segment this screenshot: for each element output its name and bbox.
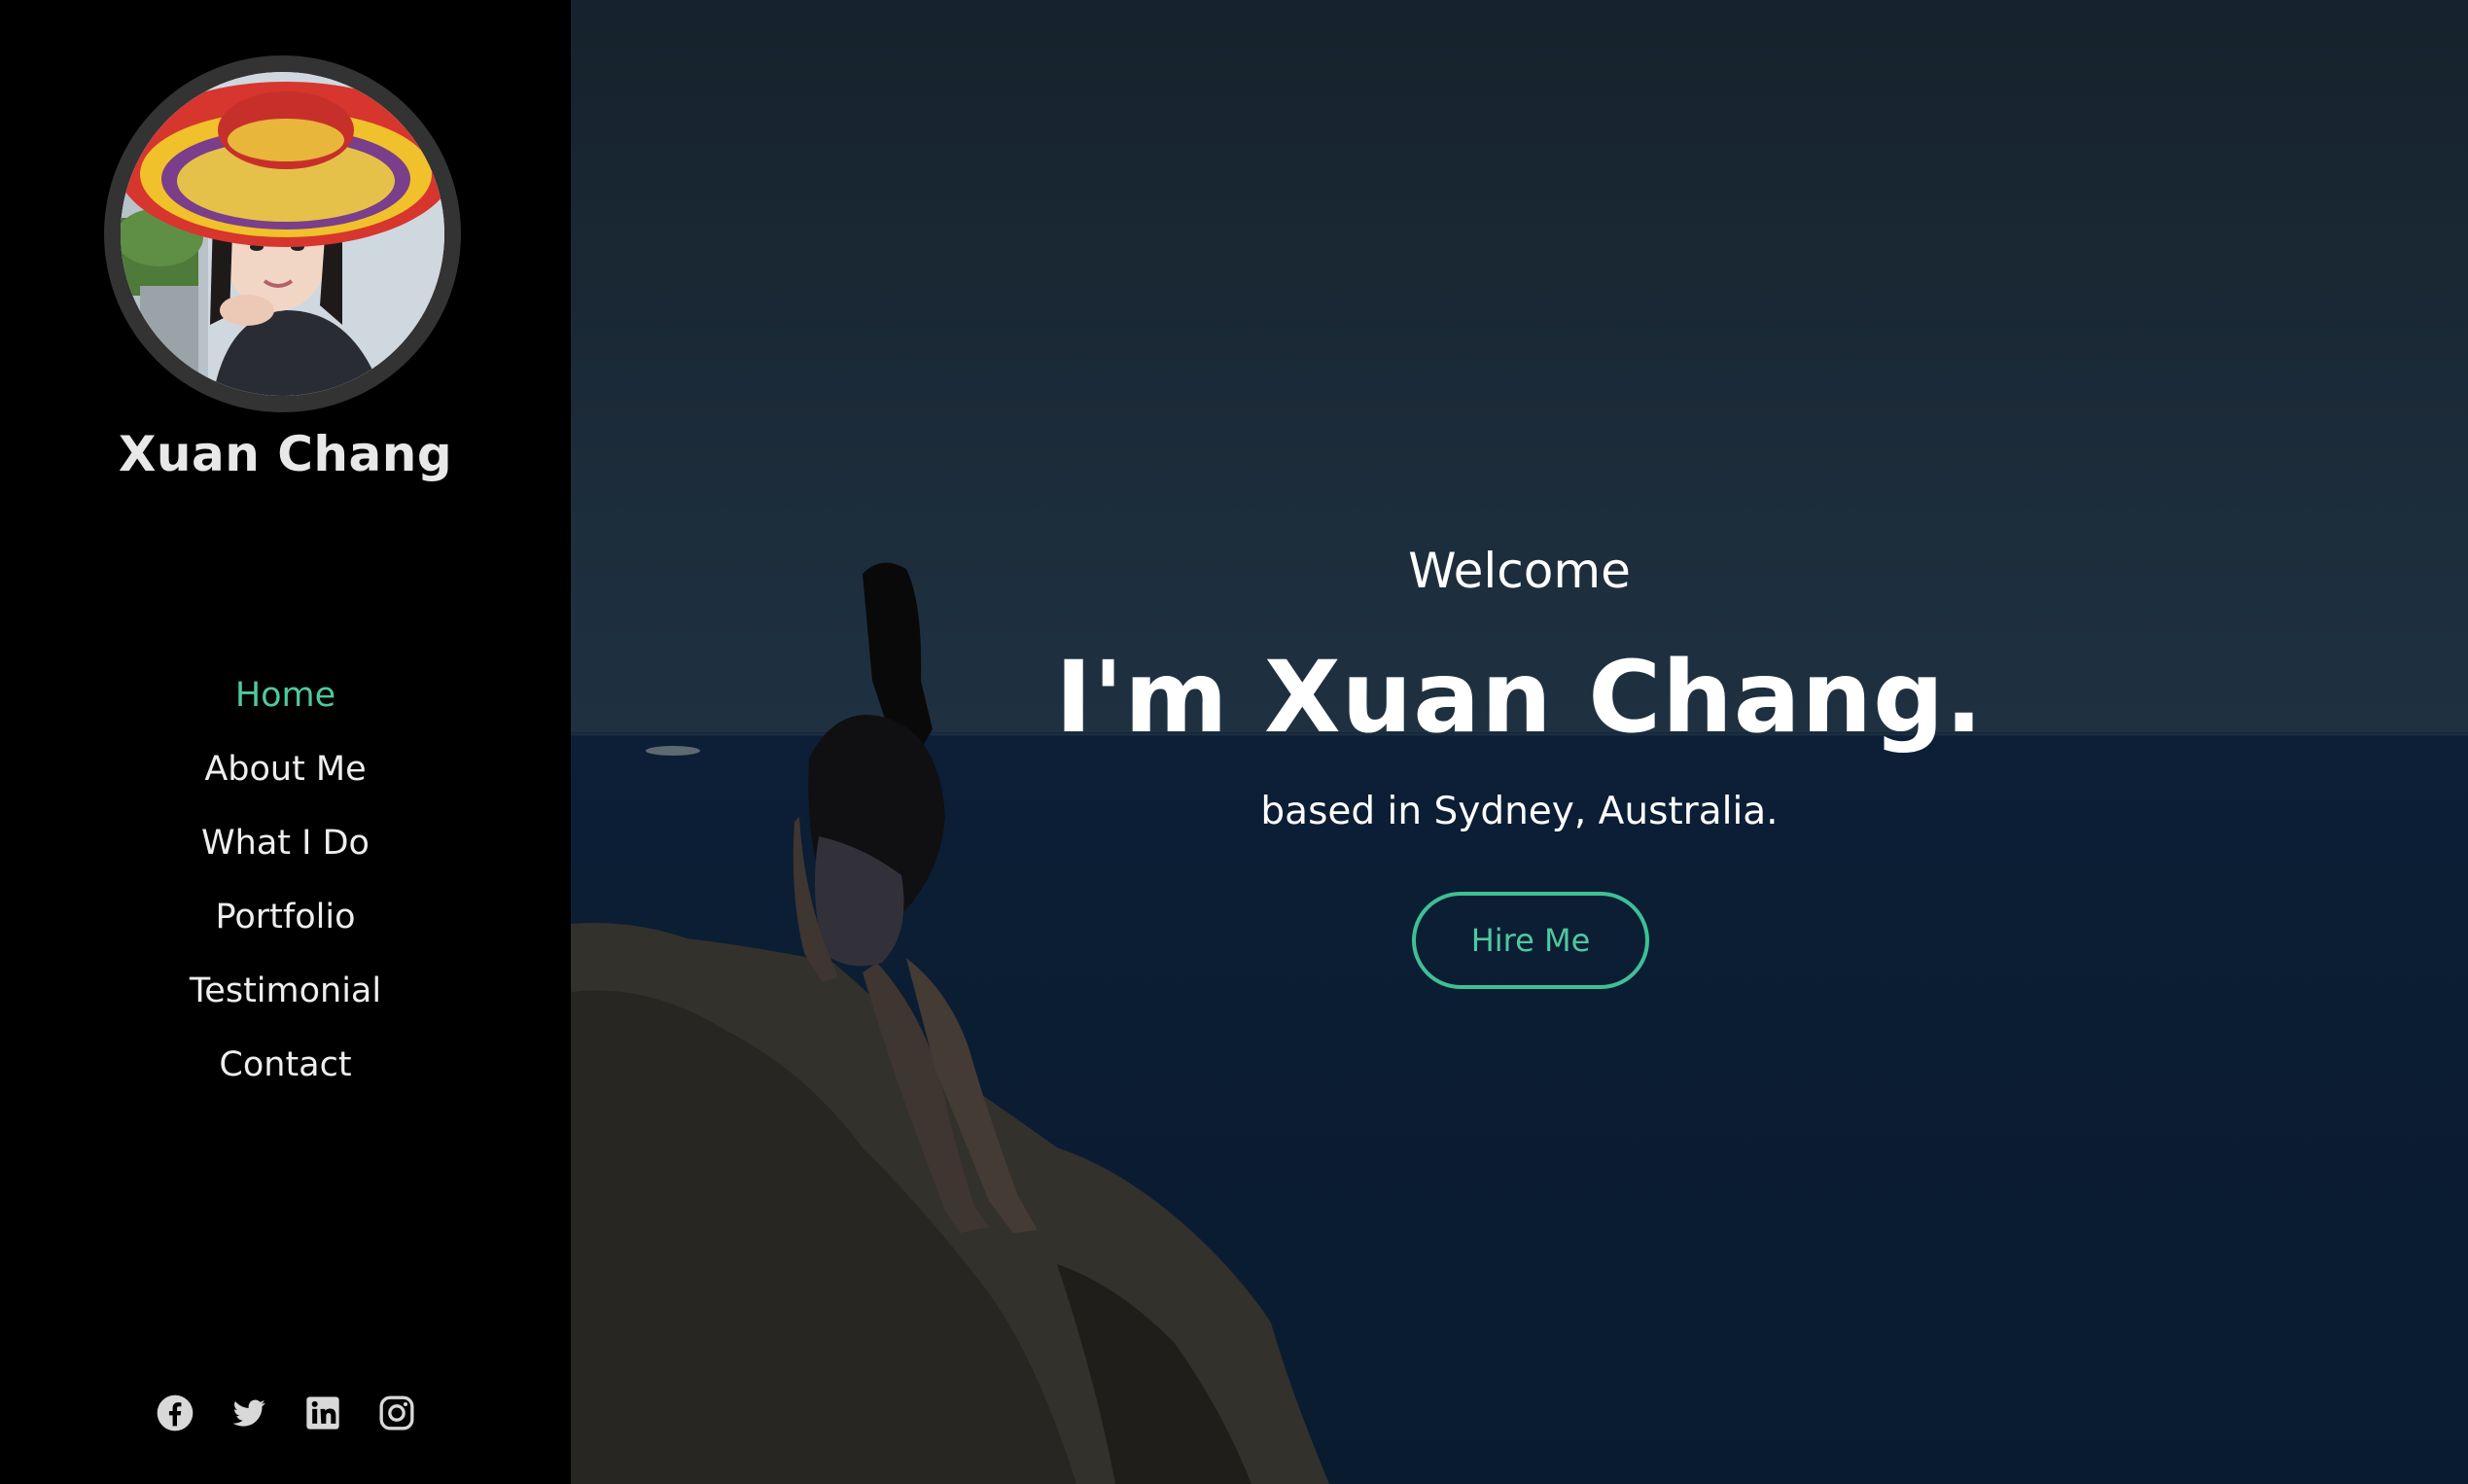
social-links [0, 1394, 571, 1432]
main-nav: Home About Me What I Do Portfolio Testim… [0, 666, 571, 1110]
avatar-photo [121, 72, 444, 396]
linkedin-icon[interactable] [303, 1394, 342, 1432]
nav-item-what-i-do[interactable]: What I Do [0, 814, 571, 888]
nav-item-contact[interactable]: Contact [0, 1036, 571, 1110]
avatar-ring [104, 55, 461, 412]
site-name[interactable]: Xuan Chang [0, 426, 571, 482]
page: Xuan Chang Home About Me What I Do Portf… [0, 0, 2468, 1484]
twitter-icon[interactable] [229, 1394, 268, 1432]
nav-item-portfolio[interactable]: Portfolio [0, 888, 571, 962]
welcome-text: Welcome [1408, 543, 1631, 599]
hire-me-button[interactable]: Hire Me [1412, 892, 1649, 989]
instagram-icon[interactable] [377, 1394, 416, 1432]
hero-content: Welcome I'm Xuan Chang. based in Sydney,… [571, 0, 2468, 1484]
hero-headline: I'm Xuan Chang. [1055, 640, 1984, 756]
facebook-icon[interactable] [156, 1394, 194, 1432]
nav-item-home[interactable]: Home [0, 666, 571, 740]
hero-subline: based in Sydney, Australia. [1260, 790, 1779, 833]
avatar[interactable] [121, 72, 444, 396]
hero-section: Welcome I'm Xuan Chang. based in Sydney,… [571, 0, 2468, 1484]
nav-item-about-me[interactable]: About Me [0, 740, 571, 814]
nav-item-testimonial[interactable]: Testimonial [0, 962, 571, 1036]
sidebar: Xuan Chang Home About Me What I Do Portf… [0, 0, 571, 1484]
